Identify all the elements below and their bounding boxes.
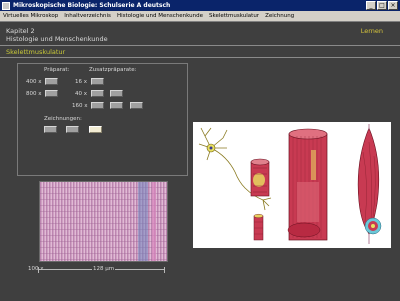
menu-inhaltverzeichnis[interactable]: Inhaltverzeichnis xyxy=(61,13,114,19)
zusatz-160-label: 160 x xyxy=(72,103,88,109)
anatomy-illustration xyxy=(193,122,391,248)
application-window: Mikroskopische Biologie: Schulserie A de… xyxy=(0,0,400,301)
zusatz-40-button-1[interactable] xyxy=(91,90,104,97)
menu-zeichnung[interactable]: Zeichnung xyxy=(262,13,297,19)
zeichnung-button-2[interactable] xyxy=(66,126,79,133)
close-button[interactable]: × xyxy=(388,1,398,10)
menu-histologie[interactable]: Histologie und Menschenkunde xyxy=(114,13,206,19)
app-icon xyxy=(2,1,10,10)
neuron-nucleus xyxy=(209,146,213,150)
section-title: Skelettmuskulatur xyxy=(6,48,66,56)
minimize-button[interactable]: _ xyxy=(366,1,376,10)
muscle-block-drawing xyxy=(287,128,328,241)
zusatz-16-label: 16 x xyxy=(75,79,88,85)
zusatz-16-button[interactable] xyxy=(91,78,104,85)
window-title: Mikroskopische Biologie: Schulserie A de… xyxy=(13,2,171,9)
cross-section-drawing xyxy=(364,217,382,235)
menu-virtuelles-mikroskop[interactable]: Virtuelles Mikroskop xyxy=(0,13,61,19)
praeparat-800-label: 800 x xyxy=(26,91,42,97)
fiber-bundle-drawing xyxy=(250,158,270,197)
micrograph-svg xyxy=(40,182,167,261)
menu-bar: Virtuelles Mikroskop Inhaltverzeichnis H… xyxy=(0,11,400,22)
menu-skelettmuskulatur[interactable]: Skelettmuskulatur xyxy=(206,13,262,19)
zeichnung-button-1[interactable] xyxy=(44,126,57,133)
zusatz-160-button-3[interactable] xyxy=(130,102,143,109)
micrograph-image xyxy=(39,181,168,262)
section-divider xyxy=(0,57,400,58)
muscle-drawing-svg xyxy=(198,124,382,244)
subject-label: Histologie und Menschenkunde xyxy=(6,35,108,43)
praeparat-400-button[interactable] xyxy=(45,78,58,85)
praeparat-label: Präparat: xyxy=(44,67,70,73)
chapter-label: Kapitel 2 xyxy=(6,27,35,35)
zeichnungen-label: Zeichnungen: xyxy=(44,116,82,122)
praeparat-400-label: 400 x xyxy=(26,79,42,85)
maximize-button[interactable]: □ xyxy=(377,1,387,10)
zusatz-160-button-1[interactable] xyxy=(91,102,104,109)
scale-label: 128 µm xyxy=(92,266,116,272)
header-divider xyxy=(0,45,400,46)
single-fiber-drawing xyxy=(253,213,264,241)
zusatz-label: Zusatzpräparate: xyxy=(89,67,137,73)
praeparat-800-button[interactable] xyxy=(45,90,58,97)
zusatz-40-button-2[interactable] xyxy=(110,90,123,97)
title-bar: Mikroskopische Biologie: Schulserie A de… xyxy=(0,0,400,11)
zusatz-160-button-2[interactable] xyxy=(110,102,123,109)
zusatz-40-label: 40 x xyxy=(75,91,88,97)
zeichnung-button-3[interactable] xyxy=(89,126,102,133)
mode-label[interactable]: Lernen xyxy=(361,27,383,35)
